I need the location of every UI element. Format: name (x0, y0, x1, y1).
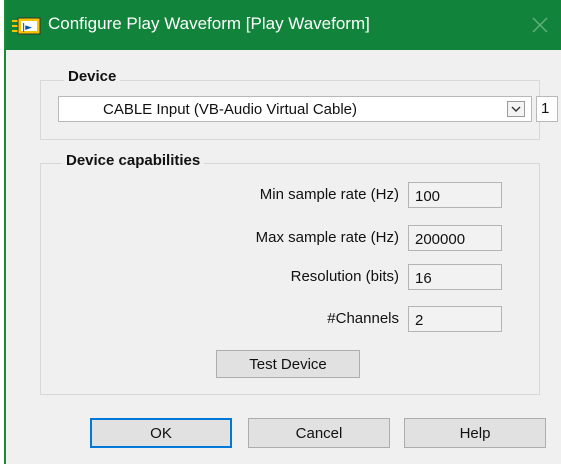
close-icon[interactable] (527, 12, 553, 38)
capabilities-group-label: Device capabilities (62, 152, 205, 169)
device-select-value: CABLE Input (VB-Audio Virtual Cable) (103, 101, 358, 118)
min-sample-rate-field: 100 (408, 182, 502, 208)
resolution-label: Resolution (bits) (290, 268, 399, 285)
channels-label: #Channels (327, 310, 399, 327)
max-sample-rate-field: 200000 (408, 225, 502, 251)
max-sample-rate-label: Max sample rate (Hz) (255, 229, 399, 246)
cancel-button[interactable]: Cancel (248, 418, 390, 448)
svg-text:|►: |► (22, 23, 32, 33)
device-index-field[interactable]: 1 (536, 96, 558, 122)
window-title: Configure Play Waveform [Play Waveform] (48, 14, 370, 33)
help-button[interactable]: Help (404, 418, 546, 448)
channels-field: 2 (408, 306, 502, 332)
chevron-down-icon[interactable] (507, 101, 525, 117)
title-bar[interactable]: |► Configure Play Waveform [Play Wavefor… (6, 0, 561, 50)
labview-vi-icon: |► (12, 17, 42, 35)
resolution-field: 16 (408, 264, 502, 290)
min-sample-rate-label: Min sample rate (Hz) (259, 186, 399, 203)
test-device-button[interactable]: Test Device (216, 350, 360, 378)
device-group-label: Device (64, 68, 121, 85)
dialog-window: |► Configure Play Waveform [Play Wavefor… (4, 0, 561, 464)
device-select[interactable]: CABLE Input (VB-Audio Virtual Cable) (58, 96, 532, 122)
ok-button[interactable]: OK (90, 418, 232, 448)
